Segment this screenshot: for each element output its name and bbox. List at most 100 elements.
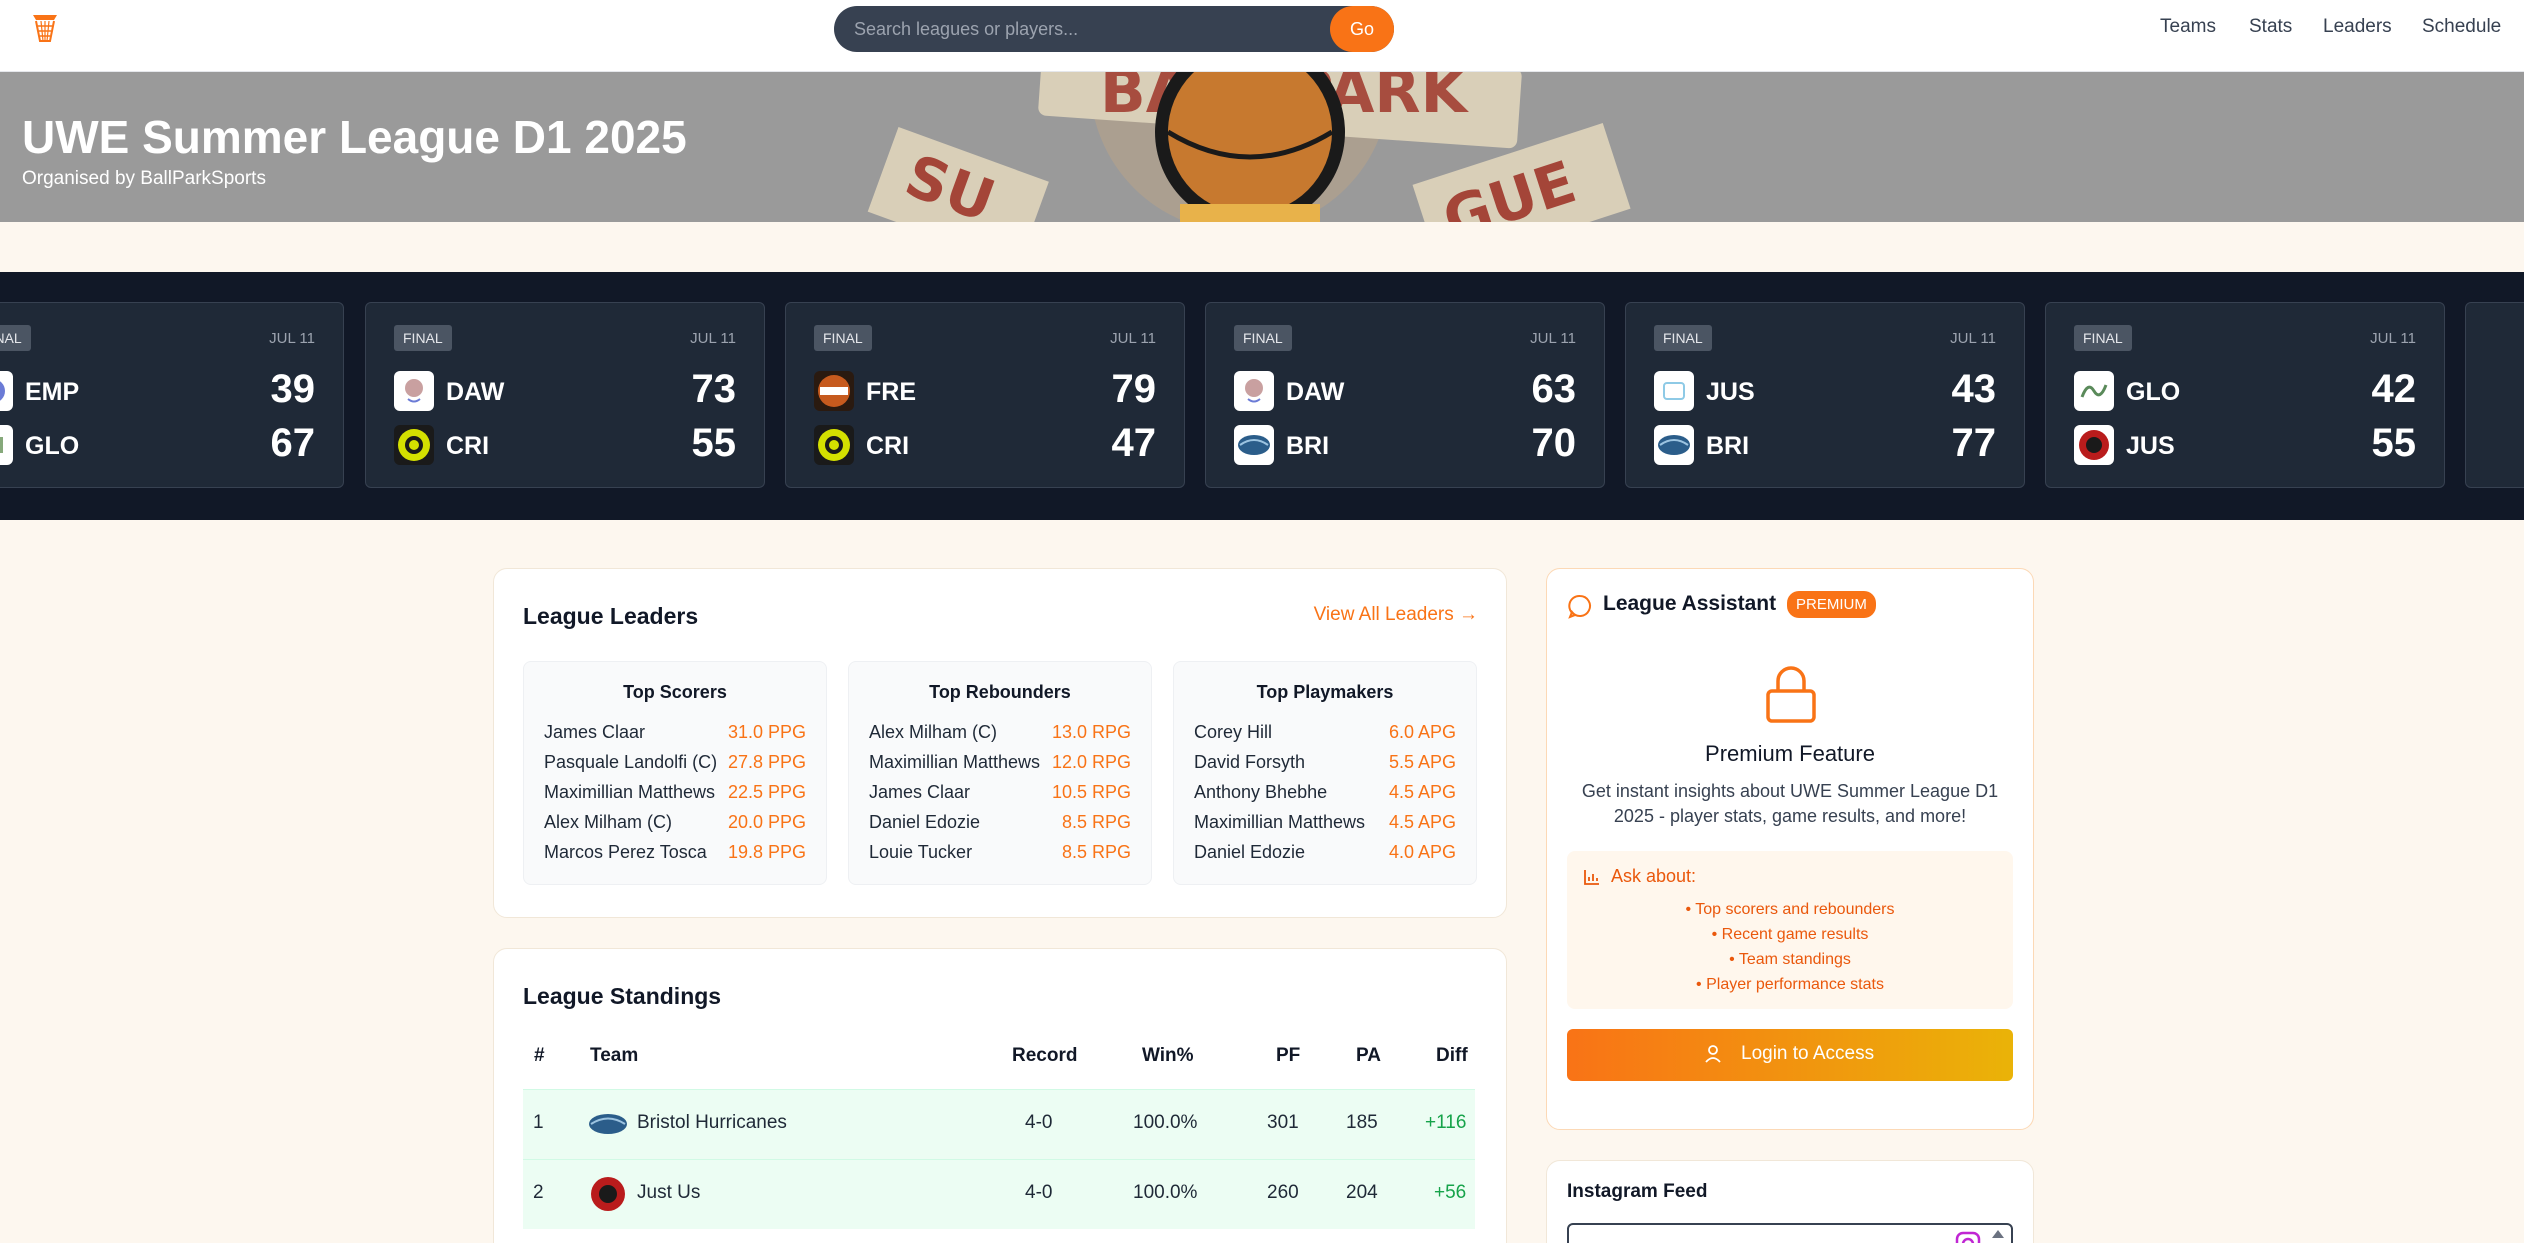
league-standings-card: League Standings # Team Record Win% PF P… xyxy=(493,948,1507,1243)
search-input[interactable] xyxy=(854,6,1354,52)
nav-link-teams[interactable]: Teams xyxy=(2160,16,2216,38)
standings-row[interactable]: 1 Bristol Hurricanes 4-0 100.0% 301 185 … xyxy=(523,1089,1475,1159)
game-status-badge: FINAL xyxy=(2074,325,2132,351)
leader-row[interactable]: Louie Tucker 8.5 RPG xyxy=(869,842,1131,872)
league-leaders-card: League Leaders View All Leaders → Top Sc… xyxy=(493,568,1507,918)
team-abbreviation: BRI xyxy=(1286,432,1330,460)
leader-row[interactable]: Pasquale Landolfi (C) 27.8 PPG xyxy=(544,752,806,782)
game-date: JUL 11 xyxy=(269,330,315,347)
instagram-embed-frame[interactable] xyxy=(1567,1223,2013,1243)
player-name: Daniel Edozie xyxy=(869,812,981,832)
player-stat: 5.5 APG xyxy=(1388,752,1456,772)
nav-link-stats[interactable]: Stats xyxy=(2249,16,2292,38)
game-card[interactable]: FINAL JUL 11 GLO 42 JUS 55 xyxy=(2045,302,2445,488)
team-logo-icon xyxy=(587,1104,629,1144)
login-to-access-button[interactable]: Login to Access xyxy=(1567,1029,2013,1081)
player-stat: 4.5 APG xyxy=(1388,782,1456,802)
top-navigation-bar: Go Teams Stats Leaders Schedule xyxy=(0,0,2524,72)
team-abbreviation: CRI xyxy=(446,432,490,460)
col-header-pf[interactable]: PF xyxy=(1276,1045,1300,1067)
player-stat: 8.5 RPG xyxy=(1061,812,1131,832)
team-name[interactable]: Just Us xyxy=(637,1182,700,1204)
league-hero-banner: BALL PARK SU GUE UWE Summer League D1 20… xyxy=(0,72,2524,222)
view-all-leaders-link[interactable]: View All Leaders → xyxy=(1314,604,1478,626)
premium-badge: PREMIUM xyxy=(1787,591,1876,618)
col-header-pa[interactable]: PA xyxy=(1356,1045,1381,1067)
player-stat: 10.5 RPG xyxy=(1051,782,1131,802)
league-assistant-title: League Assistant xyxy=(1603,592,1777,615)
top-scorers-title: Top Scorers xyxy=(623,682,727,702)
team-win-pct: 100.0% xyxy=(1133,1112,1198,1133)
player-stat: 4.0 APG xyxy=(1388,842,1456,862)
game-date: JUL 11 xyxy=(690,330,736,347)
basketball-hoop-logo-icon[interactable] xyxy=(30,12,60,44)
leader-row[interactable]: Maximillian Matthews 22.5 PPG xyxy=(544,782,806,812)
team-score: 63 xyxy=(1531,367,1577,411)
leader-row[interactable]: David Forsyth 5.5 APG xyxy=(1194,752,1456,782)
nav-link-schedule[interactable]: Schedule xyxy=(2422,16,2501,38)
game-card[interactable]: FINAL JUL 11 DAW 63 BRI 70 xyxy=(1205,302,1605,488)
team-abbreviation: DAW xyxy=(1286,378,1345,406)
player-name: Alex Milham (C) xyxy=(544,812,673,832)
team-abbreviation: JUS xyxy=(1706,378,1755,406)
team-score: 43 xyxy=(1951,367,1997,411)
game-status-badge: FINAL xyxy=(394,325,452,351)
col-header-diff[interactable]: Diff xyxy=(1436,1045,1468,1067)
league-assistant-card: League Assistant PREMIUM Premium Feature… xyxy=(1546,568,2034,1130)
game-card[interactable]: FINAL JUL 11 FRE 79 CRI 47 xyxy=(785,302,1185,488)
player-name: Daniel Edozie xyxy=(1194,842,1306,862)
player-name: Alex Milham (C) xyxy=(869,722,998,742)
search-bar: Go xyxy=(834,6,1394,52)
player-name: James Claar xyxy=(544,722,646,742)
player-stat: 20.0 PPG xyxy=(727,812,806,832)
game-status-badge: FINAL xyxy=(814,325,872,351)
player-name: James Claar xyxy=(869,782,971,802)
top-playmakers-box: Top Playmakers Corey Hill 6.0 APG David F… xyxy=(1173,661,1477,885)
leader-row[interactable]: Alex Milham (C) 13.0 RPG xyxy=(869,722,1131,752)
instagram-icon[interactable] xyxy=(1955,1231,1981,1243)
leader-row[interactable]: Alex Milham (C) 20.0 PPG xyxy=(544,812,806,842)
game-card[interactable]: FINAL JUL 11 DAW 73 CRI 55 xyxy=(365,302,765,488)
search-go-button[interactable]: Go xyxy=(1330,6,1394,52)
col-header-rank[interactable]: # xyxy=(534,1045,545,1067)
team-logo-icon xyxy=(2074,425,2114,465)
game-card[interactable]: FINAL JUL 11 JUS 43 BRI 77 xyxy=(1625,302,2025,488)
player-stat: 19.8 PPG xyxy=(727,842,806,862)
player-name: Louie Tucker xyxy=(869,842,973,862)
league-standings-title: League Standings xyxy=(523,983,722,1009)
game-card[interactable] xyxy=(2465,302,2524,488)
leader-row[interactable]: Maximillian Matthews 12.0 RPG xyxy=(869,752,1131,782)
leader-row[interactable]: Daniel Edozie 8.5 RPG xyxy=(869,812,1131,842)
scroll-up-arrow-icon[interactable] xyxy=(1991,1227,2005,1243)
leader-row[interactable]: James Claar 31.0 PPG xyxy=(544,722,806,752)
game-status-badge: FINAL xyxy=(0,325,31,351)
team-abbreviation: CRI xyxy=(866,432,910,460)
leader-row[interactable]: Daniel Edozie 4.0 APG xyxy=(1194,842,1456,872)
game-card[interactable]: FINAL JUL 11 EMP 39 GLO 67 xyxy=(0,302,344,488)
leader-row[interactable]: Anthony Bhebhe 4.5 APG xyxy=(1194,782,1456,812)
player-name: Corey Hill xyxy=(1194,722,1273,742)
nav-link-leaders[interactable]: Leaders xyxy=(2323,16,2392,38)
col-header-team[interactable]: Team xyxy=(590,1045,638,1067)
standings-row[interactable]: 2 Just Us 4-0 100.0% 260 204 +56 xyxy=(523,1159,1475,1229)
team-logo-icon xyxy=(1654,371,1694,411)
team-score: 55 xyxy=(2371,421,2417,465)
bar-chart-icon xyxy=(1583,868,1601,891)
team-name[interactable]: Bristol Hurricanes xyxy=(637,1112,787,1134)
leader-row[interactable]: Maximillian Matthews 4.5 APG xyxy=(1194,812,1456,842)
col-header-record[interactable]: Record xyxy=(1012,1045,1077,1067)
recent-scores-ticker[interactable]: FINAL JUL 11 EMP 39 GLO 67 FINAL JUL 11 … xyxy=(0,272,2524,520)
team-logo-icon xyxy=(814,425,854,465)
team-logo-icon xyxy=(0,425,13,465)
team-rank: 1 xyxy=(533,1112,544,1133)
player-name: David Forsyth xyxy=(1194,752,1306,772)
player-name: Maximillian Matthews xyxy=(869,752,1041,772)
team-abbreviation: GLO xyxy=(2126,378,2181,406)
leader-row[interactable]: Corey Hill 6.0 APG xyxy=(1194,722,1456,752)
team-logo-icon xyxy=(394,371,434,411)
team-score: 67 xyxy=(270,421,316,465)
leader-row[interactable]: Marcos Perez Tosca 19.8 PPG xyxy=(544,842,806,872)
lock-icon xyxy=(1764,665,1818,728)
leader-row[interactable]: James Claar 10.5 RPG xyxy=(869,782,1131,812)
col-header-win-pct[interactable]: Win% xyxy=(1142,1045,1194,1067)
